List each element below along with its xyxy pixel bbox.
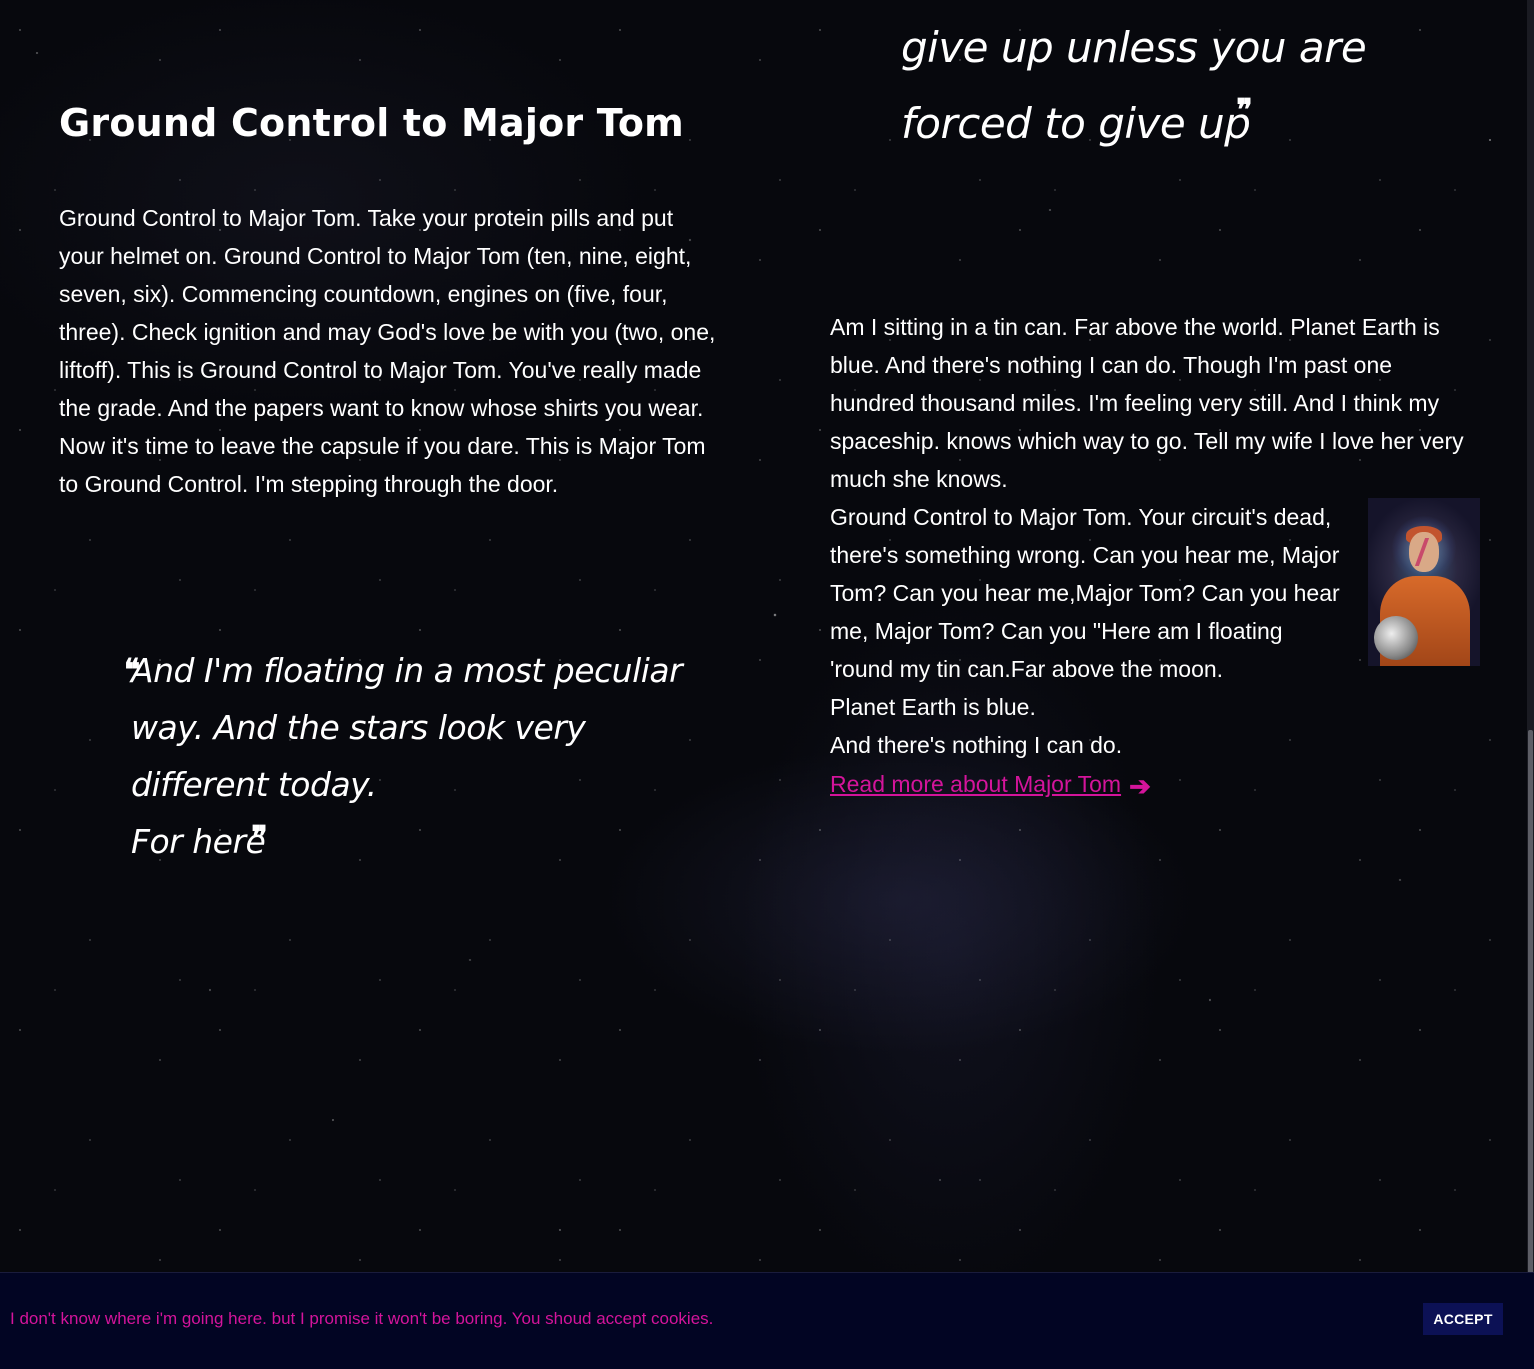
- intro-paragraph: Ground Control to Major Tom. Take your p…: [59, 205, 716, 497]
- read-more-link[interactable]: Read more about Major Tom: [830, 771, 1121, 797]
- left-blockquote: ❝ And I'm floating in a most peculiar wa…: [124, 642, 731, 870]
- article-paragraph-3: Planet Earth is blue.: [830, 694, 1036, 720]
- arrow-right-icon[interactable]: ➔: [1129, 767, 1151, 805]
- cookie-message: I don't know where i'm going here. but I…: [10, 1309, 714, 1328]
- open-quote-icon: ❝: [124, 653, 140, 688]
- close-quote-icon: ❞: [1236, 93, 1253, 128]
- astronaut-portrait-image: [1368, 498, 1480, 666]
- right-blockquote: give up unless you are forced to give up…: [901, 10, 1501, 162]
- left-quote-line2: For here: [131, 822, 266, 861]
- right-quote-text: give up unless you are forced to give up: [901, 23, 1367, 148]
- cookie-banner: I don't know where i'm going here. but I…: [0, 1272, 1534, 1369]
- article-paragraph-4: And there's nothing I can do.: [830, 732, 1123, 758]
- article-paragraph-1: Am I sitting in a tin can. Far above the…: [830, 314, 1464, 492]
- page-title: Ground Control to Major Tom: [59, 101, 684, 145]
- scrollbar-thumb[interactable]: [1528, 730, 1533, 1275]
- left-quote-line1: And I'm floating in a most peculiar way.…: [131, 651, 683, 804]
- read-more-row: Read more about Major Tom ➔: [830, 764, 1470, 803]
- close-quote-icon: ❞: [251, 820, 267, 855]
- accept-cookies-button[interactable]: ACCEPT: [1423, 1303, 1503, 1335]
- right-article: Am I sitting in a tin can. Far above the…: [830, 308, 1480, 803]
